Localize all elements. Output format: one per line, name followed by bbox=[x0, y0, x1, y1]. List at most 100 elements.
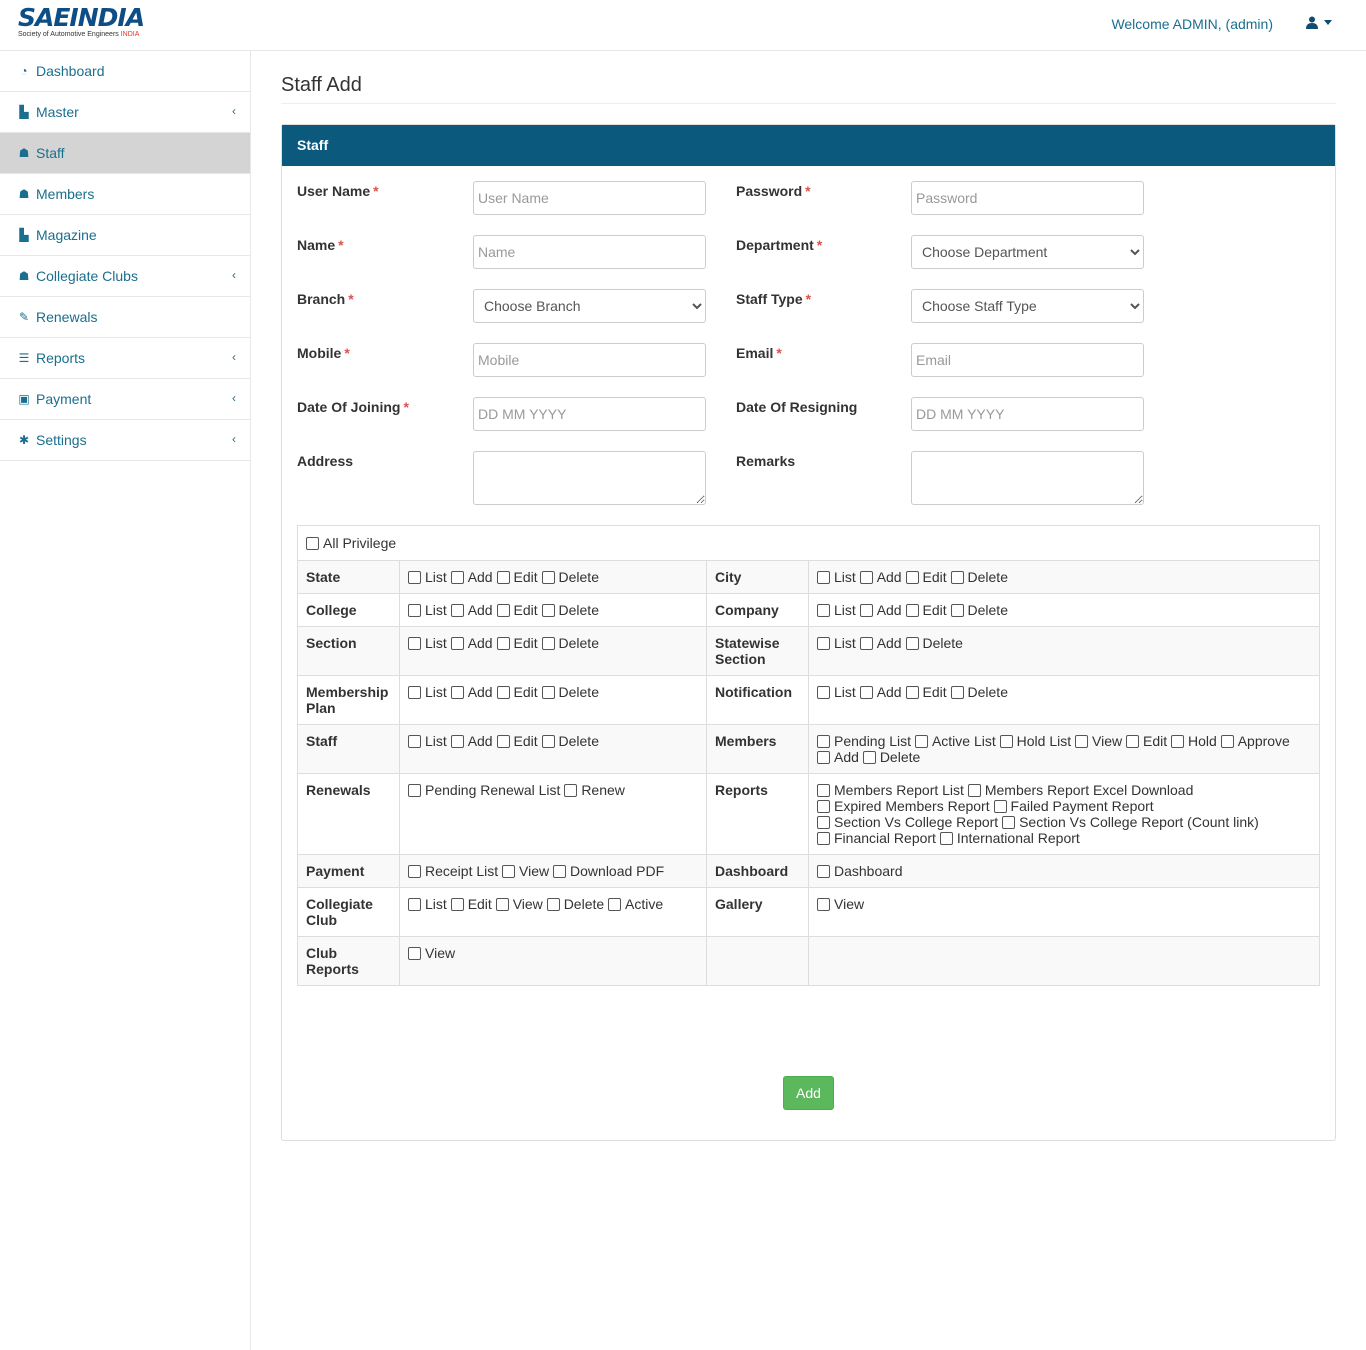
checkbox[interactable] bbox=[905, 604, 919, 617]
department-select[interactable]: Choose Department bbox=[911, 235, 1144, 269]
privilege-option[interactable]: Edit bbox=[496, 602, 538, 618]
checkbox[interactable] bbox=[950, 571, 964, 584]
privilege-option[interactable]: View bbox=[502, 863, 549, 879]
checkbox[interactable] bbox=[408, 865, 421, 878]
privilege-option[interactable]: Section Vs College Report bbox=[817, 814, 998, 830]
checkbox[interactable] bbox=[817, 637, 830, 650]
privilege-option[interactable]: Delete bbox=[950, 684, 1008, 700]
name-input[interactable] bbox=[473, 235, 706, 269]
user-menu-dropdown[interactable] bbox=[1306, 16, 1332, 29]
checkbox[interactable] bbox=[408, 784, 421, 797]
privilege-option[interactable]: Edit bbox=[496, 635, 538, 651]
privilege-option[interactable]: Add bbox=[859, 684, 902, 700]
privilege-option[interactable]: Edit bbox=[905, 602, 947, 618]
privilege-option[interactable]: Edit bbox=[496, 684, 538, 700]
privilege-option[interactable]: Add bbox=[859, 569, 902, 585]
privilege-option[interactable]: Receipt List bbox=[408, 863, 498, 879]
checkbox[interactable] bbox=[905, 571, 919, 584]
sidebar-item-settings[interactable]: ✱ Settings ‹ bbox=[0, 420, 250, 461]
checkbox[interactable] bbox=[541, 735, 555, 748]
checkbox[interactable] bbox=[408, 898, 421, 911]
privilege-option[interactable]: Delete bbox=[950, 569, 1008, 585]
checkbox[interactable] bbox=[859, 686, 873, 699]
privilege-option[interactable]: Delete bbox=[541, 602, 599, 618]
checkbox[interactable] bbox=[496, 571, 510, 584]
privilege-option[interactable]: Edit bbox=[905, 684, 947, 700]
checkbox[interactable] bbox=[817, 604, 830, 617]
email-input[interactable] bbox=[911, 343, 1144, 377]
privilege-option[interactable]: Active List bbox=[914, 733, 996, 749]
checkbox[interactable] bbox=[408, 947, 421, 960]
sidebar-item-master[interactable]: ▙ Master ‹ bbox=[0, 92, 250, 133]
privilege-option[interactable]: Add bbox=[859, 635, 902, 651]
checkbox[interactable] bbox=[993, 800, 1007, 813]
checkbox[interactable] bbox=[496, 604, 510, 617]
checkbox[interactable] bbox=[905, 637, 919, 650]
checkbox[interactable] bbox=[967, 784, 981, 797]
mobile-input[interactable] bbox=[473, 343, 706, 377]
checkbox[interactable] bbox=[1171, 735, 1185, 748]
privilege-option[interactable]: View bbox=[1075, 733, 1122, 749]
checkbox[interactable] bbox=[817, 571, 830, 584]
checkbox[interactable] bbox=[608, 898, 622, 911]
privilege-option[interactable]: Members Report Excel Download bbox=[967, 782, 1193, 798]
date-of-joining-input[interactable] bbox=[473, 397, 706, 431]
privilege-option[interactable]: Hold List bbox=[999, 733, 1071, 749]
checkbox[interactable] bbox=[817, 800, 830, 813]
checkbox[interactable] bbox=[862, 751, 876, 764]
checkbox[interactable] bbox=[450, 571, 464, 584]
sidebar-item-reports[interactable]: ☰ Reports ‹ bbox=[0, 338, 250, 379]
checkbox[interactable] bbox=[859, 571, 873, 584]
checkbox[interactable] bbox=[1126, 735, 1139, 748]
checkbox[interactable] bbox=[541, 604, 555, 617]
checkbox[interactable] bbox=[564, 784, 578, 797]
all-privilege-option[interactable]: All Privilege bbox=[306, 535, 396, 551]
add-button[interactable]: Add bbox=[783, 1076, 834, 1110]
privilege-option[interactable]: International Report bbox=[939, 830, 1080, 846]
sidebar-item-staff[interactable]: ☗ Staff bbox=[0, 133, 250, 174]
checkbox[interactable] bbox=[408, 604, 421, 617]
sidebar-item-members[interactable]: ☗ Members bbox=[0, 174, 250, 215]
checkbox[interactable] bbox=[450, 686, 464, 699]
privilege-option[interactable]: Members Report List bbox=[817, 782, 964, 798]
privilege-option[interactable]: View bbox=[408, 945, 455, 961]
checkbox[interactable] bbox=[939, 832, 953, 845]
checkbox[interactable] bbox=[817, 686, 830, 699]
privilege-option[interactable]: Pending Renewal List bbox=[408, 782, 560, 798]
checkbox[interactable] bbox=[1220, 735, 1234, 748]
sidebar-item-dashboard[interactable]: ◔ Dashboard bbox=[0, 51, 250, 92]
remarks-textarea[interactable] bbox=[911, 451, 1144, 505]
date-of-resigning-input[interactable] bbox=[911, 397, 1144, 431]
checkbox[interactable] bbox=[817, 832, 830, 845]
privilege-option[interactable]: Add bbox=[450, 684, 493, 700]
privilege-option[interactable]: Edit bbox=[450, 896, 492, 912]
privilege-option[interactable]: Add bbox=[450, 602, 493, 618]
privilege-option[interactable]: List bbox=[408, 602, 447, 618]
privilege-option[interactable]: Renew bbox=[564, 782, 625, 798]
privilege-option[interactable]: List bbox=[817, 569, 856, 585]
privilege-option[interactable]: View bbox=[495, 896, 543, 912]
checkbox[interactable] bbox=[495, 898, 509, 911]
privilege-option[interactable]: List bbox=[408, 896, 447, 912]
checkbox[interactable] bbox=[817, 735, 830, 748]
checkbox[interactable] bbox=[541, 686, 555, 699]
checkbox[interactable] bbox=[817, 865, 830, 878]
privilege-option[interactable]: Add bbox=[450, 569, 493, 585]
username-input[interactable] bbox=[473, 181, 706, 215]
privilege-option[interactable]: Financial Report bbox=[817, 830, 936, 846]
privilege-option[interactable]: Failed Payment Report bbox=[993, 798, 1154, 814]
checkbox[interactable] bbox=[817, 784, 830, 797]
privilege-option[interactable]: List bbox=[408, 733, 447, 749]
privilege-option[interactable]: Section Vs College Report (Count link) bbox=[1002, 814, 1259, 830]
privilege-option[interactable]: Active bbox=[608, 896, 663, 912]
privilege-option[interactable]: Edit bbox=[905, 569, 947, 585]
checkbox[interactable] bbox=[950, 686, 964, 699]
privilege-option[interactable]: Delete bbox=[862, 749, 920, 765]
checkbox[interactable] bbox=[450, 735, 464, 748]
privilege-option[interactable]: Add bbox=[450, 733, 493, 749]
privilege-option[interactable]: Delete bbox=[950, 602, 1008, 618]
checkbox[interactable] bbox=[553, 865, 567, 878]
privilege-option[interactable]: Delete bbox=[541, 733, 599, 749]
privilege-option[interactable]: Expired Members Report bbox=[817, 798, 990, 814]
checkbox[interactable] bbox=[817, 816, 830, 829]
